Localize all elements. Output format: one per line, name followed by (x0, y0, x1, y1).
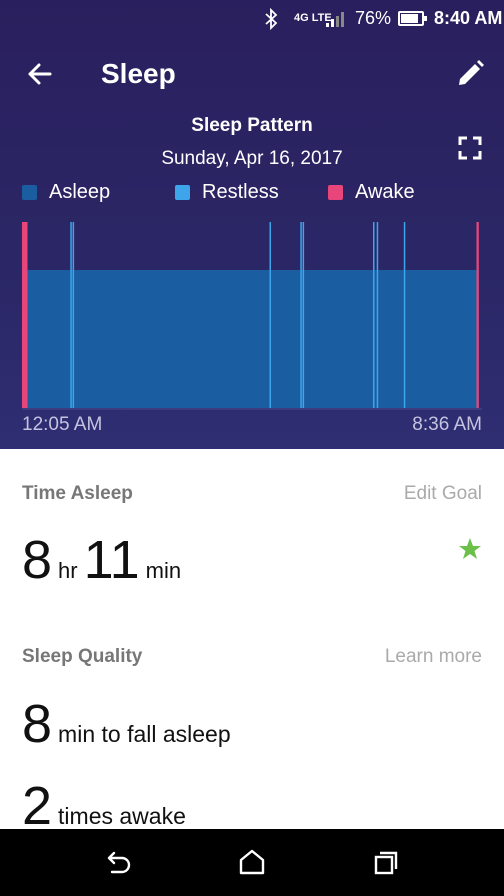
times-awake-text: times awake (58, 803, 186, 829)
sleep-segment-awake (22, 222, 28, 408)
legend-item-restless: Restless (175, 180, 279, 204)
arrow-back-icon[interactable] (20, 54, 60, 94)
sleep-segment-restless (376, 222, 379, 408)
pencil-icon[interactable] (450, 54, 490, 94)
fall-asleep-value: 8 (22, 694, 53, 754)
minutes-value: 11 (83, 530, 140, 590)
legend-label: Awake (355, 180, 415, 203)
battery-percent: 76% (355, 8, 392, 28)
system-nav-bar (0, 829, 504, 896)
clock: 8:40 AM (434, 8, 503, 28)
fall-asleep-row: 8 min to fall asleep (22, 697, 237, 751)
edit-goal-link[interactable]: Edit Goal (404, 483, 482, 505)
bluetooth-icon (265, 8, 278, 30)
fullscreen-icon[interactable] (452, 130, 488, 166)
sleep-segment-awake (476, 222, 479, 408)
times-awake-row: 2 times awake (22, 779, 192, 833)
legend-label: Asleep (49, 180, 111, 203)
chart-legend: Asleep Restless Awake (22, 180, 482, 204)
sleep-segment-asleep (27, 270, 479, 408)
legend-label: Restless (202, 180, 279, 203)
sleep-segment-restless (72, 222, 75, 408)
chart-date: Sunday, Apr 16, 2017 (161, 148, 343, 169)
status-bar: 4G LTE 76% 8:40 AM (0, 0, 504, 38)
chart-title: Sleep Pattern (191, 115, 313, 136)
legend-item-asleep: Asleep (22, 180, 110, 204)
star-icon (459, 538, 481, 559)
sleep-segment-restless (373, 222, 375, 408)
legend-item-awake: Awake (328, 180, 415, 204)
battery-icon (398, 11, 427, 26)
sleep-segment-restless (300, 222, 302, 408)
sleep-segment-restless (269, 222, 271, 408)
app-bar: Sleep (0, 40, 504, 108)
minutes-unit: min (145, 558, 182, 583)
times-awake-value: 2 (22, 776, 53, 836)
sleep-summary: Time Asleep Edit Goal 8 hr 11 min Sleep … (0, 449, 504, 833)
hours-value: 8 (22, 530, 53, 590)
legend-swatch-restless (175, 184, 190, 200)
page-title: Sleep (101, 58, 176, 89)
time-asleep-label: Time Asleep (22, 483, 133, 504)
signal-icon (326, 12, 344, 27)
learn-more-link[interactable]: Learn more (385, 646, 482, 668)
sleep-segment-restless (70, 222, 72, 408)
nav-back-icon[interactable] (100, 845, 136, 881)
time-asleep-value: 8 hr 11 min (22, 533, 187, 587)
chart-start-time: 12:05 AM (22, 414, 103, 435)
sleep-pattern-chart[interactable] (22, 222, 482, 412)
sleep-segment-restless (302, 222, 305, 408)
sleep-segment-restless (403, 222, 406, 408)
nav-recents-icon[interactable] (368, 845, 404, 881)
fall-asleep-text: min to fall asleep (58, 721, 231, 747)
hours-unit: hr (58, 558, 78, 583)
sleep-quality-label: Sleep Quality (22, 646, 143, 667)
legend-swatch-awake (328, 184, 343, 200)
chart-end-time: 8:36 AM (412, 414, 482, 435)
nav-home-icon[interactable] (234, 845, 270, 881)
header-area: 4G LTE 76% 8:40 AM Sleep Sleep Pattern S… (0, 0, 504, 449)
legend-swatch-asleep (22, 184, 37, 200)
